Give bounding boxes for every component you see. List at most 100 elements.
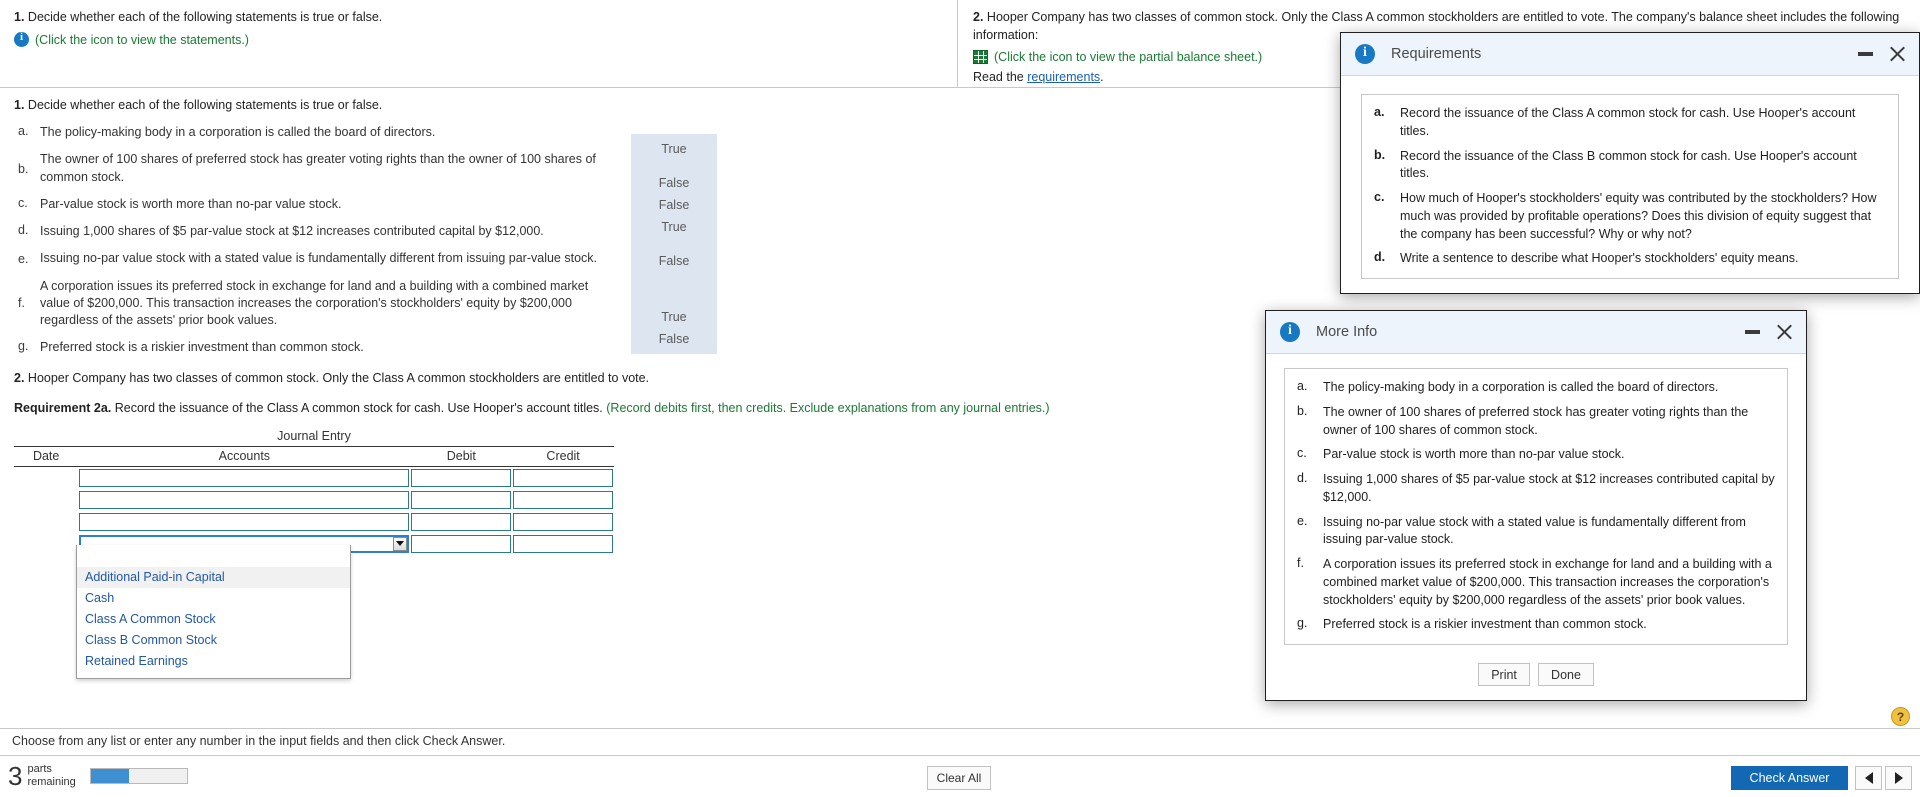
debit-cell[interactable] [410,489,512,511]
account-input[interactable] [79,512,410,531]
debit-cell[interactable] [410,533,512,555]
answer-value[interactable]: False [631,254,717,268]
credit-cell[interactable] [512,533,614,555]
requirements-link[interactable]: requirements [1027,70,1100,84]
more-info-item: c. Par-value stock is worth more than no… [1297,446,1775,464]
print-button[interactable]: Print [1478,663,1531,686]
more-info-letter: e. [1297,513,1308,528]
credit-cell[interactable] [512,489,614,511]
more-info-text: Issuing 1,000 shares of $5 par-value sto… [1323,472,1775,504]
answer-value[interactable]: True [631,310,717,324]
answer-value[interactable]: False [631,332,717,346]
debit-cell[interactable] [410,511,512,533]
statement-text: Preferred stock is a riskier investment … [40,340,364,355]
answer-value[interactable]: True [631,142,717,156]
dialog-titlebar[interactable]: Requirements [1341,33,1919,76]
more-info-dialog[interactable]: More Info a. The policy-making body in a… [1265,310,1807,701]
journal-entry-title: Journal Entry [277,428,351,443]
statement-letter: e. [18,251,29,266]
date-cell [14,511,78,533]
date-cell [14,466,78,489]
requirement-item: d. Write a sentence to describe what Hoo… [1374,250,1886,268]
close-icon[interactable] [1774,322,1794,342]
help-icon[interactable]: ? [1891,707,1910,726]
answer-value[interactable]: True [631,220,717,234]
banner-q1-text: Decide whether each of the following sta… [27,10,383,24]
minimize-icon[interactable] [1858,52,1873,56]
credit-input[interactable] [513,490,613,509]
dropdown-option[interactable]: Additional Paid-in Capital [77,566,350,588]
check-answer-button[interactable]: Check Answer [1731,766,1848,790]
dialog-footer: Print Done [1284,645,1788,690]
account-input[interactable] [79,468,410,487]
more-info-letter: g. [1297,616,1308,631]
banner-q2-balance-sheet-link[interactable]: (Click the icon to view the partial bala… [994,50,1262,64]
more-info-text: Par-value stock is worth more than no-pa… [1323,447,1625,462]
dropdown-option[interactable]: Retained Earnings [77,651,350,672]
statement-letter: g. [18,339,29,354]
read-suffix: . [1100,70,1104,85]
dropdown-option[interactable]: Cash [77,588,350,609]
q2-text: Hooper Company has two classes of common… [27,370,650,385]
next-button[interactable] [1885,766,1912,790]
done-button[interactable]: Done [1538,663,1594,686]
column-header-credit: Credit [512,445,614,467]
minimize-icon[interactable] [1745,330,1760,334]
requirements-dialog[interactable]: Requirements a. Record the issuance of t… [1340,32,1920,294]
banner-question-1: 1. Decide whether each of the following … [0,0,958,87]
answer-value[interactable]: False [631,176,717,190]
dialog-title: Requirements [1391,46,1482,62]
requirement-label: Requirement 2a. [14,400,112,415]
requirement-letter: c. [1374,190,1385,204]
debit-cell[interactable] [410,466,512,489]
parts-label-line2: remaining [27,776,76,788]
statement-text: The owner of 100 shares of preferred sto… [40,152,596,184]
credit-cell[interactable] [512,466,614,489]
requirement-item: b. Record the issuance of the Class B co… [1374,148,1886,184]
chevron-down-icon[interactable] [393,536,408,551]
dialog-titlebar[interactable]: More Info [1266,311,1806,354]
more-info-text: Preferred stock is a riskier investment … [1323,617,1647,632]
progress-bar-fill [90,769,130,783]
account-dropdown-list[interactable]: Additional Paid-in Capital Cash Class A … [76,544,351,679]
footer-toolbar: 3 parts remaining Clear All Check Answer [0,757,1920,797]
debit-input[interactable] [411,534,512,553]
debit-input[interactable] [411,512,512,531]
debit-input[interactable] [411,490,512,509]
debit-input[interactable] [411,468,512,487]
previous-button[interactable] [1855,766,1882,790]
more-info-text: The owner of 100 shares of preferred sto… [1323,404,1749,437]
dropdown-option[interactable]: Class B Common Stock [77,630,350,651]
more-info-text: Issuing no-par value stock with a stated… [1323,514,1746,547]
banner-q2-number: 2. [973,10,984,24]
dropdown-option[interactable]: Class A Common Stock [77,609,350,630]
credit-input[interactable] [513,512,613,531]
info-icon[interactable] [14,31,29,48]
account-cell[interactable] [78,511,410,533]
credit-input[interactable] [513,468,613,487]
answer-value[interactable]: False [631,198,717,212]
statement-letter: a. [18,124,29,138]
date-cell [14,489,78,511]
credit-input[interactable] [513,534,613,553]
banner-q1-link[interactable]: (Click the icon to view the statements.) [35,33,249,47]
statement-text: Issuing no-par value stock with a stated… [40,251,597,266]
banner-q1-icon-row[interactable]: (Click the icon to view the statements.) [14,31,943,48]
account-cell[interactable] [78,489,410,511]
close-icon[interactable] [1887,44,1907,64]
grid-icon[interactable] [973,50,988,65]
requirement-text: How much of Hooper's stockholders' equit… [1400,191,1877,241]
banner-q1-number: 1. [14,10,25,24]
requirement-text: Record the issuance of the Class A commo… [1400,106,1856,138]
account-cell[interactable] [78,466,410,489]
more-info-item: g. Preferred stock is a riskier investme… [1297,616,1775,634]
account-input[interactable] [79,490,410,509]
more-info-letter: d. [1297,471,1308,485]
credit-cell[interactable] [512,511,614,533]
clear-all-button[interactable]: Clear All [927,766,991,790]
dropdown-blank-option[interactable] [77,545,350,567]
more-info-text: A corporation issues its preferred stock… [1323,557,1772,607]
table-header-row: Date Accounts Debit Credit [14,445,614,467]
column-header-date: Date [14,445,79,467]
requirement-letter: b. [1374,147,1386,162]
